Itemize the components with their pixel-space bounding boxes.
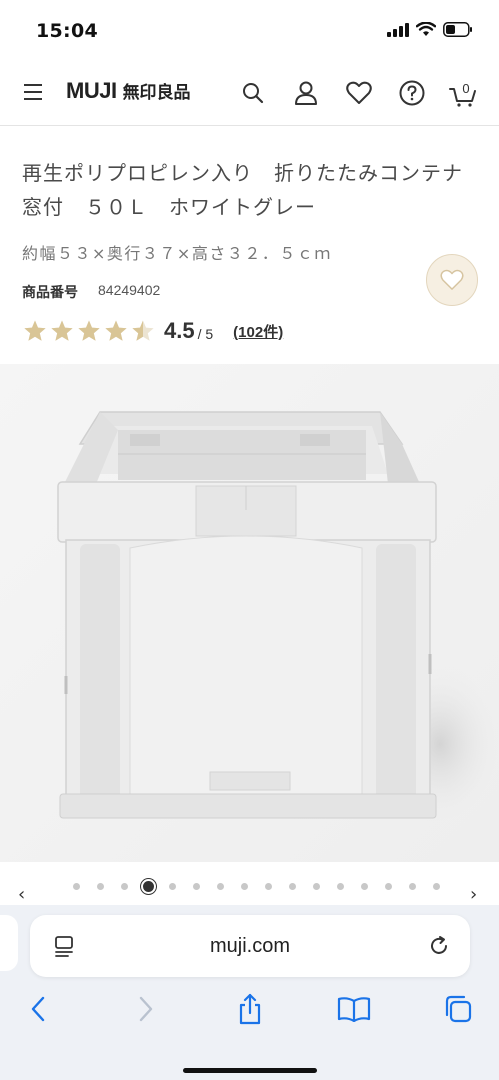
product-image[interactable]: [0, 364, 499, 862]
carousel-dot[interactable]: [136, 880, 160, 892]
favorites-heart-icon[interactable]: [344, 78, 374, 108]
carousel-dot[interactable]: [400, 880, 424, 892]
back-icon[interactable]: [16, 987, 60, 1031]
carousel-dot[interactable]: [304, 880, 328, 892]
logo-text-jp: 無印良品: [122, 83, 191, 103]
sku-value: 84249402: [98, 282, 161, 298]
review-count-link[interactable]: (102件): [233, 321, 283, 342]
home-indicator: [183, 1068, 317, 1073]
star-icon: [24, 320, 46, 341]
carousel-dot[interactable]: [208, 880, 232, 892]
browser-toolbar: [0, 987, 499, 1037]
cart-count: 0: [462, 81, 469, 96]
carousel-dot[interactable]: [352, 880, 376, 892]
rating-score: 4.5: [164, 318, 195, 343]
carousel-dot[interactable]: [424, 880, 448, 892]
url-text: muji.com: [209, 935, 290, 957]
forward-icon[interactable]: [124, 987, 168, 1031]
account-icon[interactable]: [291, 78, 321, 108]
image-carousel-nav: ‹ ›: [0, 870, 499, 906]
bookmarks-icon[interactable]: [332, 987, 376, 1031]
previous-tab-peek[interactable]: [0, 915, 18, 971]
carousel-dot[interactable]: [160, 880, 184, 892]
carousel-dot[interactable]: [280, 880, 304, 892]
battery-icon: [443, 22, 472, 37]
menu-icon[interactable]: [24, 84, 42, 100]
carousel-dot[interactable]: [112, 880, 136, 892]
status-bar: 15:04: [0, 0, 499, 62]
muji-logo[interactable]: MUJI 無印良品: [66, 78, 191, 104]
carousel-dots: [64, 880, 448, 892]
rating-stars: [22, 319, 156, 343]
add-to-favorites-button[interactable]: [426, 254, 478, 306]
carousel-dot[interactable]: [256, 880, 280, 892]
carousel-dot[interactable]: [88, 880, 112, 892]
wifi-icon: [416, 22, 436, 36]
sku-row: 商品番号 84249402: [22, 282, 160, 302]
browser-chrome: muji.com: [0, 905, 499, 1080]
site-header: MUJI 無印良品 0: [0, 62, 499, 126]
sku-label: 商品番号: [22, 285, 78, 301]
carousel-prev-button[interactable]: ‹: [18, 884, 25, 905]
carousel-dot[interactable]: [232, 880, 256, 892]
product-size: 約幅５３×奥行３７×高さ３２．５ｃｍ: [22, 244, 332, 263]
carousel-dot[interactable]: [64, 880, 88, 892]
carousel-next-button[interactable]: ›: [470, 884, 477, 905]
product-title: 再生ポリプロピレン入り 折りたたみコンテナ 窓付 ５０Ｌ ホワイトグレー: [22, 161, 484, 219]
star-icon: [132, 320, 154, 341]
rating-row: 4.5 / 5 (102件): [22, 318, 283, 344]
reload-icon[interactable]: [428, 935, 450, 957]
share-icon[interactable]: [228, 987, 272, 1031]
status-time: 15:04: [36, 20, 98, 42]
folding-container-illustration: [0, 364, 499, 862]
carousel-dot[interactable]: [328, 880, 352, 892]
status-icons: [387, 22, 473, 37]
logo-text-en: MUJI: [66, 78, 117, 103]
help-icon[interactable]: [397, 78, 427, 108]
star-icon: [51, 320, 73, 341]
carousel-dot[interactable]: [184, 880, 208, 892]
cellular-signal-icon: [387, 22, 409, 37]
search-icon[interactable]: [238, 78, 268, 108]
cart-icon[interactable]: 0: [448, 78, 478, 108]
tabs-icon[interactable]: [436, 987, 480, 1031]
star-icon: [105, 320, 127, 341]
rating-max: / 5: [197, 326, 214, 342]
heart-icon: [440, 269, 464, 290]
carousel-dot[interactable]: [376, 880, 400, 892]
address-bar[interactable]: muji.com: [30, 915, 470, 977]
star-icon: [78, 320, 100, 341]
